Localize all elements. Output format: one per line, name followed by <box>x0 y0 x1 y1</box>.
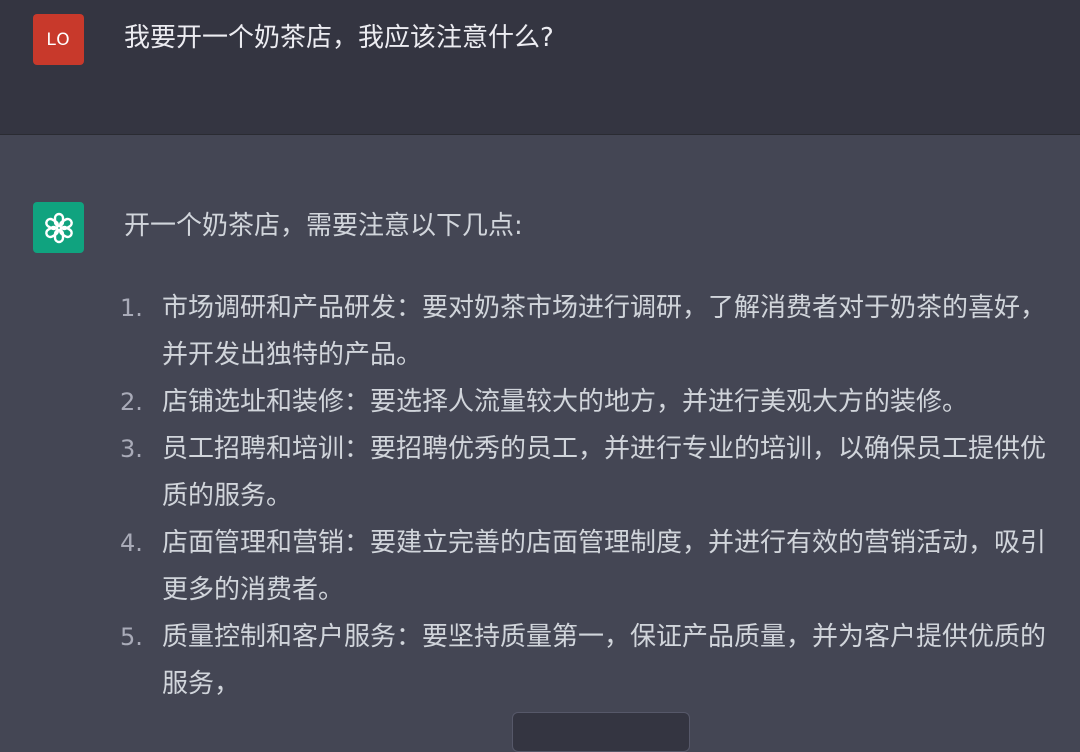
list-item: 5. 质量控制和客户服务：要坚持质量第一，保证产品质量，并为客户提供优质的服务， <box>120 614 1060 708</box>
list-item-text: 市场调研和产品研发：要对奶茶市场进行调研，了解消费者对于奶茶的喜好，并开发出独特… <box>162 293 1047 370</box>
openai-logo-icon <box>44 212 73 243</box>
user-message-row: LO 我要开一个奶茶店，我应该注意什么? <box>0 0 1080 135</box>
list-item: 4. 店面管理和营销：要建立完善的店面管理制度，并进行有效的营销活动，吸引更多的… <box>120 520 1060 614</box>
assistant-message-row: 开一个奶茶店，需要注意以下几点: 1. 市场调研和产品研发：要对奶茶市场进行调研… <box>0 135 1080 723</box>
list-item-number: 3. <box>120 435 143 463</box>
user-avatar-initials: LO <box>46 29 71 50</box>
user-avatar: LO <box>33 14 84 65</box>
list-item-text: 店面管理和营销：要建立完善的店面管理制度，并进行有效的营销活动，吸引更多的消费者… <box>162 528 1047 605</box>
assistant-avatar <box>33 202 84 253</box>
list-item: 2. 店铺选址和装修：要选择人流量较大的地方，并进行美观大方的装修。 <box>120 379 1060 426</box>
list-item: 3. 员工招聘和培训：要招聘优秀的员工，并进行专业的培训，以确保员工提供优质的服… <box>120 426 1060 520</box>
user-message-text: 我要开一个奶茶店，我应该注意什么? <box>124 23 554 53</box>
list-item-number: 1. <box>120 294 143 322</box>
list-item-number: 4. <box>120 529 143 557</box>
list-item-text: 质量控制和客户服务：要坚持质量第一，保证产品质量，并为客户提供优质的服务， <box>162 622 1047 699</box>
assistant-intro-text: 开一个奶茶店，需要注意以下几点: <box>124 211 523 241</box>
list-item-text: 店铺选址和装修：要选择人流量较大的地方，并进行美观大方的装修。 <box>162 387 969 417</box>
list-item-number: 5. <box>120 623 143 651</box>
list-item: 1. 市场调研和产品研发：要对奶茶市场进行调研，了解消费者对于奶茶的喜好，并开发… <box>120 285 1060 379</box>
list-item-number: 2. <box>120 388 143 416</box>
answer-list: 1. 市场调研和产品研发：要对奶茶市场进行调研，了解消费者对于奶茶的喜好，并开发… <box>120 285 1060 708</box>
list-item-text: 员工招聘和培训：要招聘优秀的员工，并进行专业的培训，以确保员工提供优质的服务。 <box>162 434 1047 511</box>
regenerate-response-button[interactable] <box>512 712 690 752</box>
